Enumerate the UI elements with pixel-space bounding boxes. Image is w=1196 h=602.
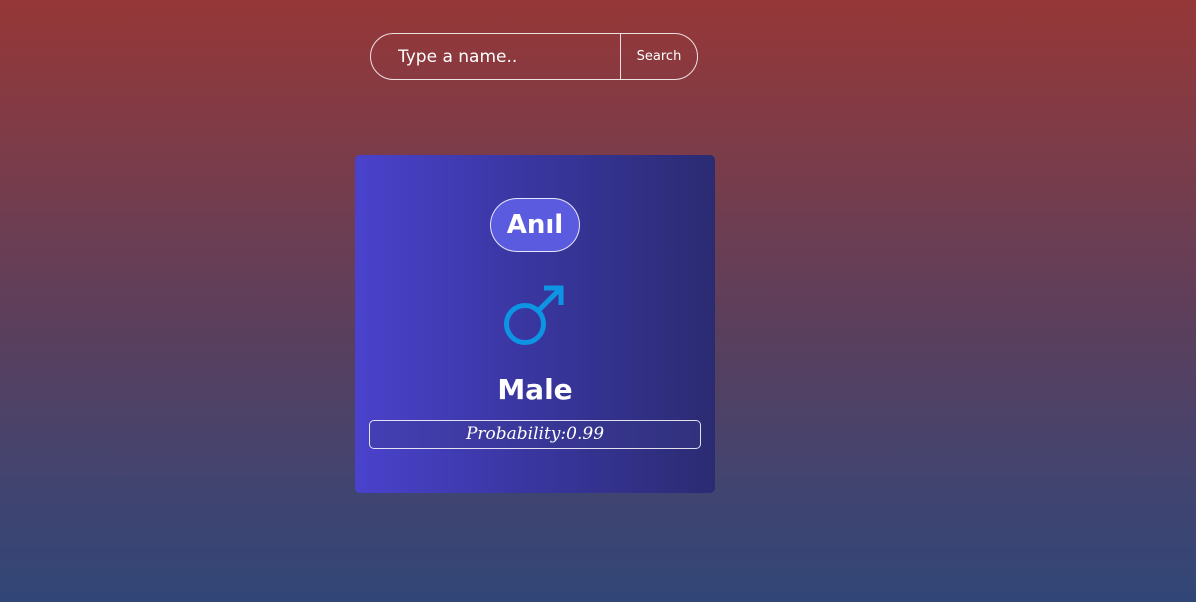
probability-value: 0.99 [566, 424, 605, 444]
search-button[interactable]: Search [620, 34, 697, 79]
probability-label: Probability: [465, 424, 567, 444]
search-input[interactable] [371, 34, 620, 79]
result-card: Anıl Male Probability:0.99 [355, 155, 715, 493]
probability-box: Probability:0.99 [369, 420, 701, 449]
search-bar: Search [370, 33, 698, 80]
male-symbol-icon [504, 285, 564, 345]
name-badge: Anıl [490, 198, 580, 252]
gender-label: Male [497, 373, 573, 406]
